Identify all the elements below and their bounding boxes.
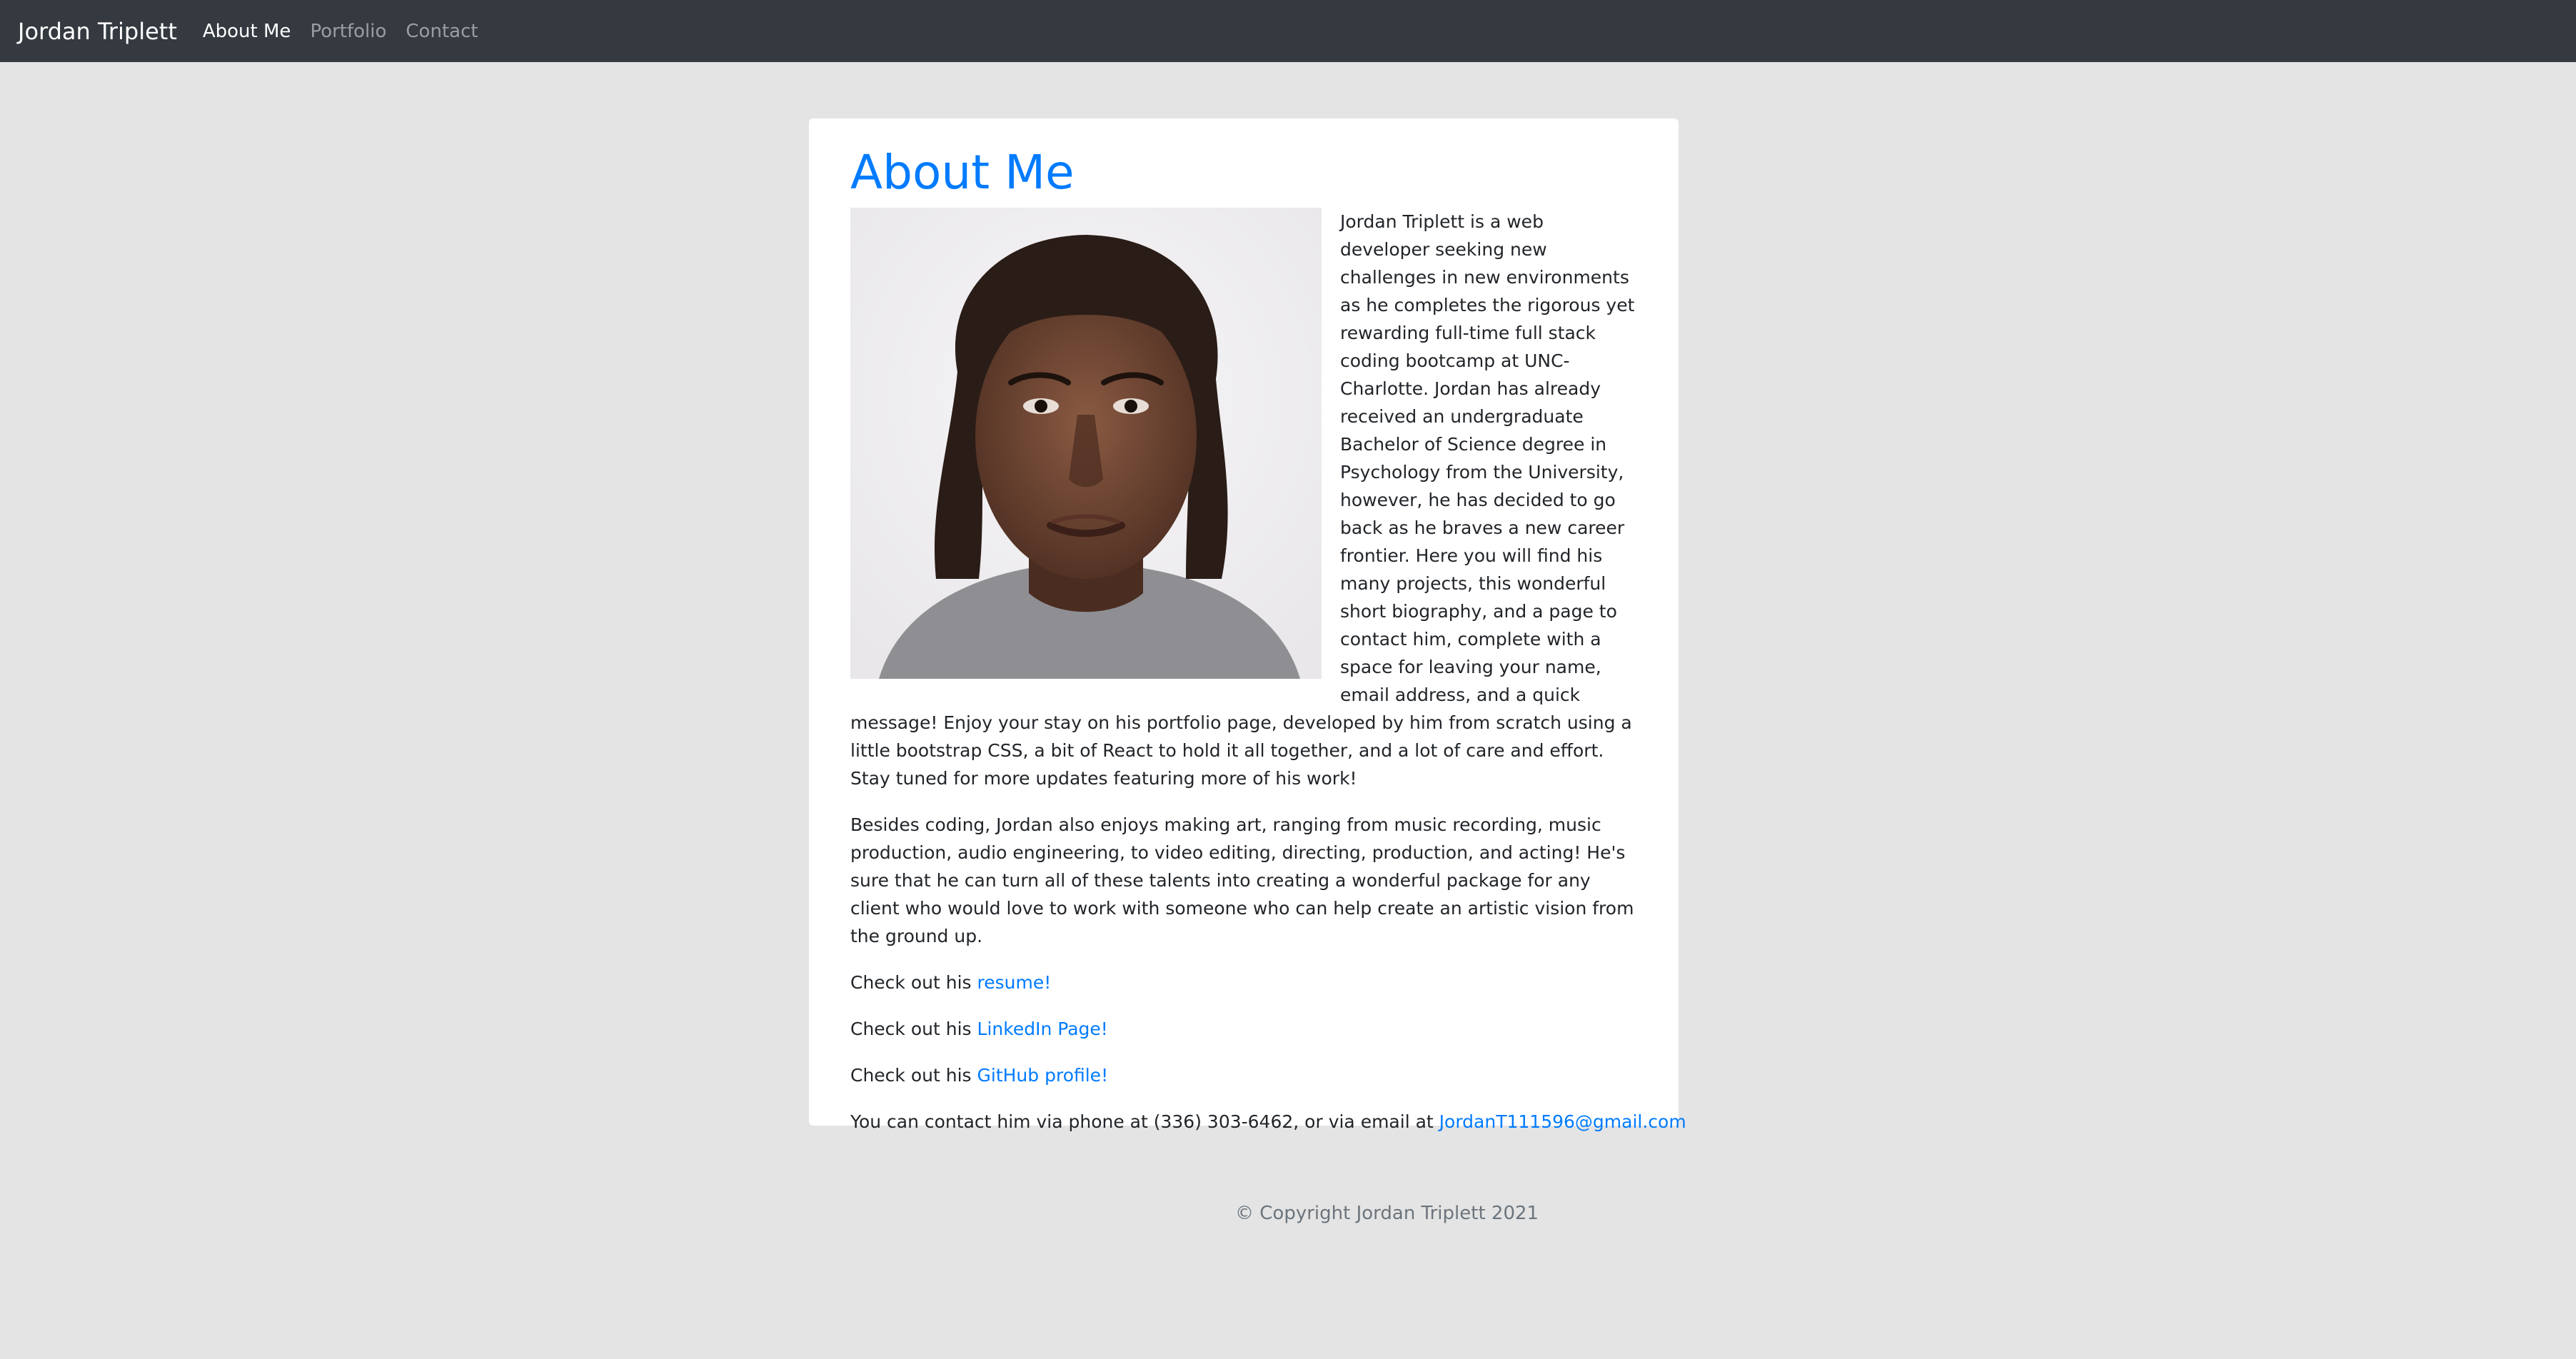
- profile-photo-image: [850, 208, 1322, 680]
- email-link[interactable]: JordanT111596@gmail.com: [1439, 1111, 1686, 1132]
- nav-link-about-me[interactable]: About Me: [203, 21, 291, 42]
- navbar: Jordan Triplett About Me Portfolio Conta…: [0, 0, 2576, 62]
- linkedin-line: Check out his LinkedIn Page!: [850, 1015, 1637, 1043]
- nav-link-contact[interactable]: Contact: [406, 21, 478, 42]
- linkedin-prefix: Check out his: [850, 1019, 972, 1040]
- contact-text: You can contact him via phone at (336) 3…: [850, 1111, 1434, 1133]
- nav-link-portfolio[interactable]: Portfolio: [310, 21, 386, 42]
- page-title: About Me: [850, 145, 1075, 200]
- contact-line: You can contact him via phone at (336) 3…: [850, 1108, 1686, 1136]
- footer-copyright: © Copyright Jordan Triplett 2021: [1235, 1203, 1539, 1224]
- brand-link[interactable]: Jordan Triplett: [18, 18, 177, 45]
- resume-line: Check out his resume!: [850, 969, 1637, 996]
- resume-link[interactable]: resume!: [977, 972, 1052, 993]
- github-link[interactable]: GitHub profile!: [977, 1065, 1109, 1086]
- linkedin-link[interactable]: LinkedIn Page!: [977, 1019, 1108, 1039]
- resume-prefix: Check out his: [850, 972, 972, 994]
- about-card: About Me Jordan Triplett is a web develo…: [809, 118, 1686, 1132]
- bio-paragraph-2: Besides coding, Jordan also enjoys makin…: [850, 814, 1634, 947]
- profile-photo: [850, 208, 1322, 680]
- github-line: Check out his GitHub profile!: [850, 1061, 1637, 1089]
- github-prefix: Check out his: [850, 1065, 972, 1086]
